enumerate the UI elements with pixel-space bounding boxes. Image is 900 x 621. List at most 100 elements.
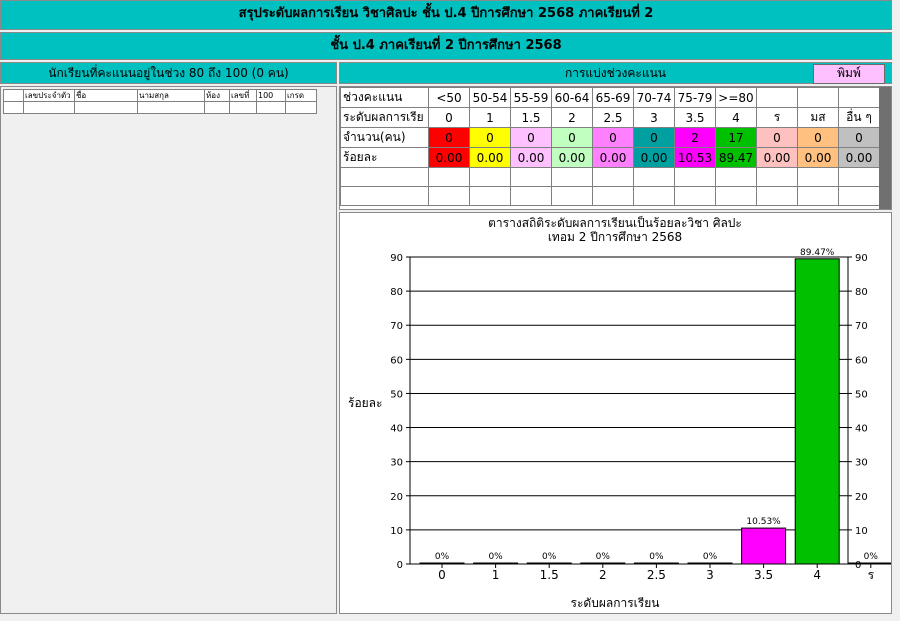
students-col-header[interactable]: ห้อง [204, 89, 230, 102]
x-axis-label: ระดับผลการเรียน [571, 596, 660, 610]
students-col-header[interactable]: 100 [256, 89, 286, 102]
empty-cell[interactable] [340, 167, 429, 187]
empty-cell[interactable] [633, 186, 675, 206]
students-cell[interactable] [229, 101, 257, 114]
empty-cell[interactable] [428, 167, 470, 187]
range-row-cell[interactable]: 70-74 [633, 87, 675, 108]
table-row[interactable] [3, 101, 317, 114]
empty-cell[interactable] [838, 167, 880, 187]
range-row-cell[interactable]: 75-79 [674, 87, 716, 108]
students-col-header[interactable]: เกรด [285, 89, 317, 102]
level-row-cell[interactable]: มส [797, 107, 839, 128]
count-row-cell[interactable]: 0 [428, 127, 470, 148]
count-row-cell[interactable]: 0 [469, 127, 511, 148]
empty-cell[interactable] [797, 186, 839, 206]
level-row-cell[interactable]: 2 [551, 107, 593, 128]
empty-cell[interactable] [551, 167, 593, 187]
students-cell[interactable] [204, 101, 230, 114]
percent-row-label[interactable]: ร้อยละ [340, 147, 429, 168]
count-row-cell[interactable]: 0 [510, 127, 552, 148]
range-row-cell[interactable] [838, 87, 880, 108]
students-cell[interactable] [3, 101, 24, 114]
students-table[interactable]: เลขประจำตัว ชื่อ นามสกุล ห้อง เลขที่ 100… [3, 89, 317, 114]
range-row-cell[interactable]: >=80 [715, 87, 757, 108]
count-row-cell[interactable]: 0 [838, 127, 880, 148]
range-row-cell[interactable]: 65-69 [592, 87, 634, 108]
range-row-label[interactable]: ช่วงคะแนน [340, 87, 429, 108]
empty-cell[interactable] [715, 167, 757, 187]
count-row-label[interactable]: จำนวน(คน) [340, 127, 429, 148]
empty-cell[interactable] [428, 186, 470, 206]
empty-cell[interactable] [756, 186, 798, 206]
students-cell[interactable] [137, 101, 205, 114]
empty-cell[interactable] [797, 167, 839, 187]
percent-row-cell[interactable]: 0.00 [428, 147, 470, 168]
percent-row-cell[interactable]: 0.00 [838, 147, 880, 168]
range-row-cell[interactable] [756, 87, 798, 108]
percent-row-cell[interactable]: 0.00 [592, 147, 634, 168]
level-row-cell[interactable]: 2.5 [592, 107, 634, 128]
students-col-header[interactable] [3, 89, 24, 102]
empty-cell[interactable] [551, 186, 593, 206]
percent-row-cell[interactable]: 0.00 [469, 147, 511, 168]
range-row-cell[interactable]: 50-54 [469, 87, 511, 108]
table-row: ช่วงคะแนน <50 50-54 55-59 60-64 65-69 70-74 75-… [340, 87, 880, 108]
percent-row-cell[interactable]: 0.00 [551, 147, 593, 168]
count-row-cell[interactable]: 0 [797, 127, 839, 148]
grade-percent-chart: ตารางสถิติระดับผลการเรียนเป็นร้อยละวิชา … [348, 215, 891, 610]
level-row-cell[interactable]: 3.5 [674, 107, 716, 128]
empty-cell[interactable] [510, 186, 552, 206]
students-col-header[interactable]: เลขประจำตัว [23, 89, 75, 102]
grade-distribution-table[interactable]: ช่วงคะแนน <50 50-54 55-59 60-64 65-69 70-74 75-… [340, 87, 880, 206]
students-col-header[interactable]: นามสกุล [137, 89, 205, 102]
empty-cell[interactable] [340, 186, 429, 206]
students-cell[interactable] [285, 101, 317, 114]
range-row-cell[interactable]: <50 [428, 87, 470, 108]
range-row-cell[interactable]: 55-59 [510, 87, 552, 108]
y-tick-label: 30 [390, 458, 403, 469]
level-row-cell[interactable]: 0 [428, 107, 470, 128]
range-row-cell[interactable] [797, 87, 839, 108]
count-row-cell[interactable]: 0 [551, 127, 593, 148]
level-row-cell[interactable]: อื่น ๆ [838, 107, 880, 128]
empty-cell[interactable] [838, 186, 880, 206]
students-col-header[interactable]: เลขที่ [229, 89, 257, 102]
percent-row-cell[interactable]: 0.00 [510, 147, 552, 168]
empty-cell[interactable] [715, 186, 757, 206]
count-row-cell[interactable]: 0 [756, 127, 798, 148]
count-row-cell[interactable]: 0 [592, 127, 634, 148]
percent-row-cell[interactable]: 0.00 [633, 147, 675, 168]
grid-scrollbar[interactable] [879, 87, 891, 209]
level-row-label[interactable]: ระดับผลการเรีย [340, 107, 429, 128]
empty-cell[interactable] [469, 186, 511, 206]
count-row-cell[interactable]: 0 [633, 127, 675, 148]
range-row-cell[interactable]: 60-64 [551, 87, 593, 108]
empty-cell[interactable] [756, 167, 798, 187]
students-cell[interactable] [256, 101, 286, 114]
empty-cell[interactable] [510, 167, 552, 187]
percent-row-cell[interactable]: 0.00 [797, 147, 839, 168]
students-cell[interactable] [23, 101, 75, 114]
level-row-cell[interactable]: 4 [715, 107, 757, 128]
empty-cell[interactable] [674, 167, 716, 187]
percent-row-cell[interactable]: 0.00 [756, 147, 798, 168]
empty-cell[interactable] [592, 186, 634, 206]
y-tick-label: 0 [397, 560, 403, 571]
empty-cell[interactable] [674, 186, 716, 206]
print-button[interactable]: พิมพ์ [813, 64, 885, 84]
count-row-cell[interactable]: 2 [674, 127, 716, 148]
level-row-cell[interactable]: 1 [469, 107, 511, 128]
empty-cell[interactable] [633, 167, 675, 187]
empty-cell[interactable] [592, 167, 634, 187]
empty-cell[interactable] [469, 167, 511, 187]
level-row-cell[interactable]: ร [756, 107, 798, 128]
count-row-cell[interactable]: 17 [715, 127, 757, 148]
students-list-panel: เลขประจำตัว ชื่อ นามสกุล ห้อง เลขที่ 100… [0, 86, 337, 614]
percent-row-cell[interactable]: 10.53 [674, 147, 716, 168]
students-cell[interactable] [74, 101, 138, 114]
students-col-header[interactable]: ชื่อ [74, 89, 138, 102]
percent-row-cell[interactable]: 89.47 [715, 147, 757, 168]
y-tick-label-right: 60 [855, 355, 868, 366]
level-row-cell[interactable]: 1.5 [510, 107, 552, 128]
level-row-cell[interactable]: 3 [633, 107, 675, 128]
